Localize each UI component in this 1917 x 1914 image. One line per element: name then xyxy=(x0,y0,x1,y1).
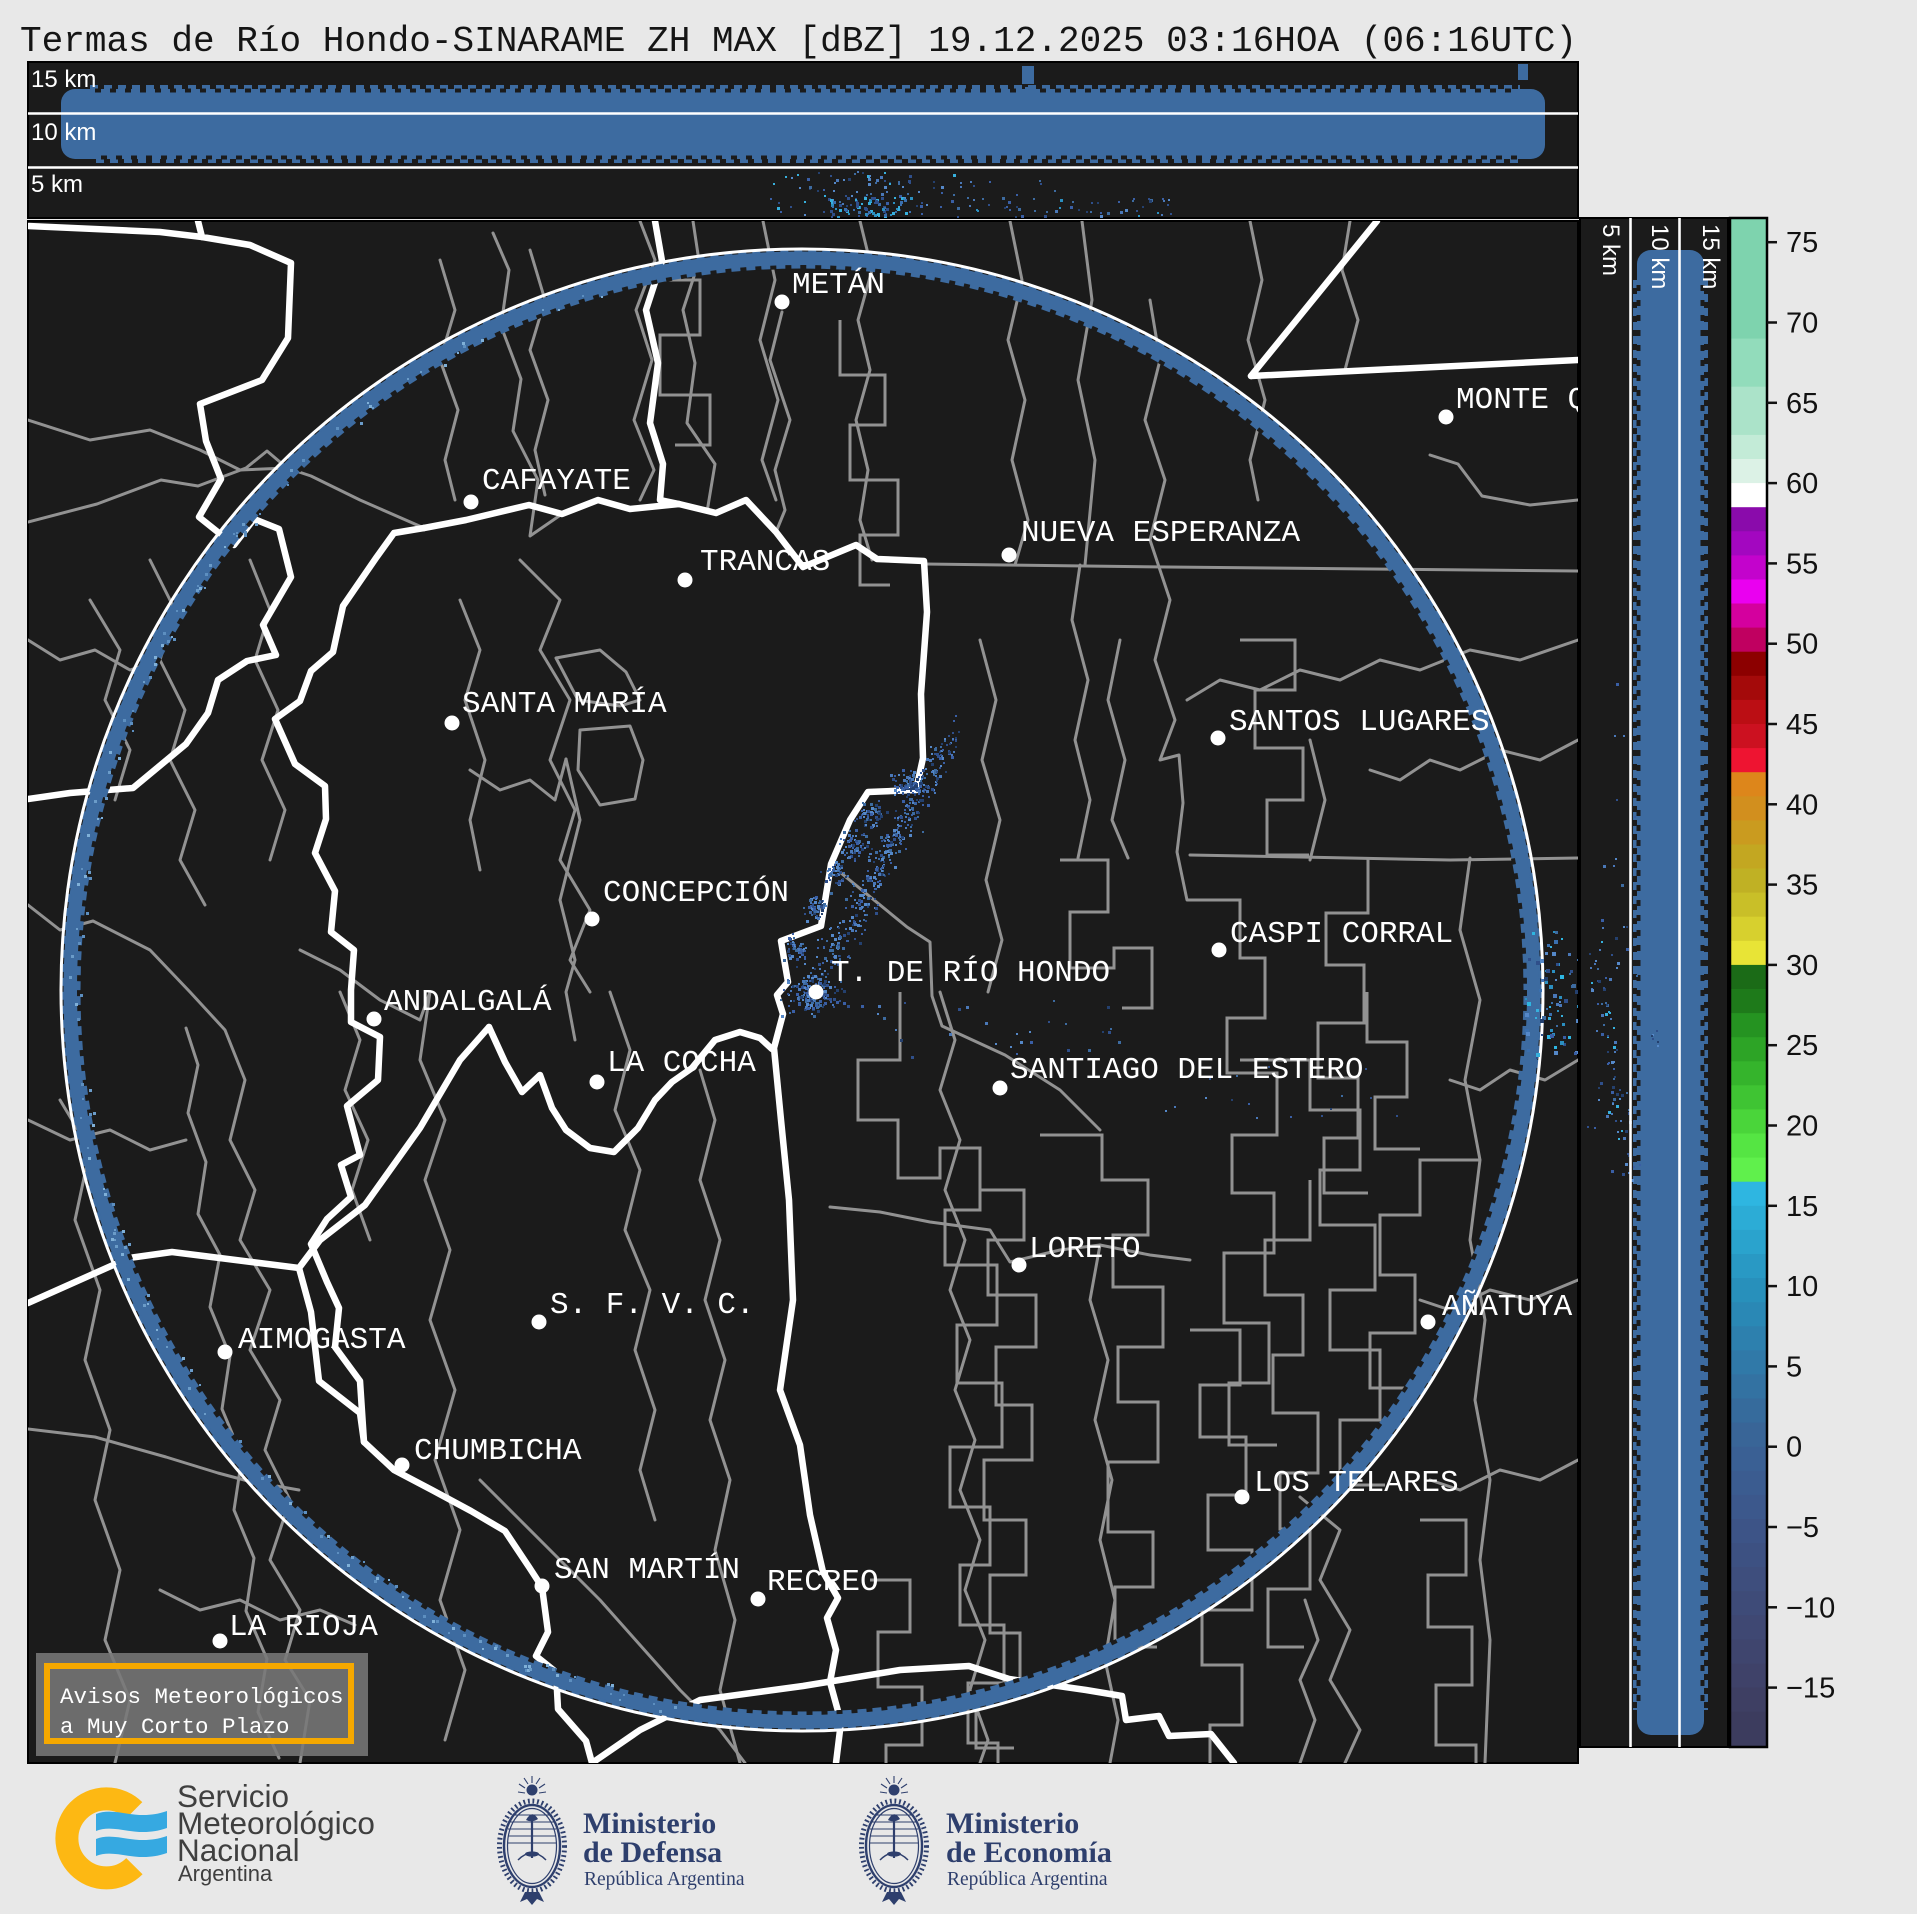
svg-text:−15: −15 xyxy=(1786,1673,1835,1705)
svg-text:República Argentina: República Argentina xyxy=(584,1869,745,1890)
svg-text:55: 55 xyxy=(1786,548,1818,580)
svg-text:25: 25 xyxy=(1786,1030,1818,1062)
svg-text:a Muy Corto Plazo: a Muy Corto Plazo xyxy=(60,1714,290,1740)
svg-text:45: 45 xyxy=(1786,709,1818,741)
svg-text:Argentina: Argentina xyxy=(178,1861,273,1886)
svg-text:60: 60 xyxy=(1786,468,1818,500)
svg-text:Termas de Río Hondo-SINARAME Z: Termas de Río Hondo-SINARAME ZH MAX [dBZ… xyxy=(20,21,1577,62)
svg-text:CASPI CORRAL: CASPI CORRAL xyxy=(1230,917,1453,952)
svg-text:5: 5 xyxy=(1786,1351,1802,1383)
svg-text:Avisos Meteorológicos: Avisos Meteorológicos xyxy=(60,1684,344,1710)
svg-text:10 km: 10 km xyxy=(1646,224,1673,289)
svg-text:SANTOS LUGARES: SANTOS LUGARES xyxy=(1229,705,1489,740)
svg-text:10 km: 10 km xyxy=(31,119,96,146)
svg-text:de Defensa: de Defensa xyxy=(583,1836,722,1869)
svg-text:SAN MARTÍN: SAN MARTÍN xyxy=(554,1551,740,1588)
svg-text:de Economía: de Economía xyxy=(946,1836,1112,1869)
svg-text:SANTIAGO DEL ESTERO: SANTIAGO DEL ESTERO xyxy=(1010,1053,1363,1088)
svg-text:0: 0 xyxy=(1786,1432,1802,1464)
svg-text:−5: −5 xyxy=(1786,1512,1819,1544)
svg-text:15: 15 xyxy=(1786,1191,1818,1223)
svg-text:NUEVA ESPERANZA: NUEVA ESPERANZA xyxy=(1021,516,1300,551)
svg-text:CONCEPCIÓN: CONCEPCIÓN xyxy=(603,874,789,911)
svg-text:5 km: 5 km xyxy=(31,171,83,198)
svg-text:LA COCHA: LA COCHA xyxy=(607,1046,756,1081)
svg-text:15 km: 15 km xyxy=(31,66,96,93)
svg-text:65: 65 xyxy=(1786,388,1818,420)
svg-text:40: 40 xyxy=(1786,789,1818,821)
svg-text:50: 50 xyxy=(1786,629,1818,661)
svg-text:35: 35 xyxy=(1786,870,1818,902)
svg-text:−10: −10 xyxy=(1786,1592,1835,1624)
svg-text:15 km: 15 km xyxy=(1697,224,1724,289)
svg-text:AÑATUYA: AÑATUYA xyxy=(1442,1289,1573,1325)
svg-text:METÁN: METÁN xyxy=(792,266,885,303)
svg-text:20: 20 xyxy=(1786,1111,1818,1143)
svg-text:LOS TELARES: LOS TELARES xyxy=(1254,1466,1459,1501)
svg-text:75: 75 xyxy=(1786,227,1818,259)
svg-text:RECREO: RECREO xyxy=(767,1565,879,1600)
svg-text:LORETO: LORETO xyxy=(1029,1232,1141,1267)
svg-text:AIMOGASTA: AIMOGASTA xyxy=(238,1323,406,1358)
svg-text:TRANCAS: TRANCAS xyxy=(700,545,830,580)
svg-text:T. DE RÍO HONDO: T. DE RÍO HONDO xyxy=(831,954,1110,991)
svg-text:30: 30 xyxy=(1786,950,1818,982)
svg-text:CAFAYATE: CAFAYATE xyxy=(482,464,631,499)
svg-text:70: 70 xyxy=(1786,308,1818,340)
svg-text:10: 10 xyxy=(1786,1271,1818,1303)
svg-text:5 km: 5 km xyxy=(1597,224,1624,276)
svg-text:CHUMBICHA: CHUMBICHA xyxy=(414,1434,582,1469)
svg-text:República Argentina: República Argentina xyxy=(947,1869,1108,1890)
svg-text:S. F. V. C.: S. F. V. C. xyxy=(550,1288,755,1323)
svg-text:ANDALGALÁ: ANDALGALÁ xyxy=(384,983,552,1020)
svg-text:LA RIOJA: LA RIOJA xyxy=(229,1610,378,1645)
svg-text:SANTA MARÍA: SANTA MARÍA xyxy=(462,685,667,722)
